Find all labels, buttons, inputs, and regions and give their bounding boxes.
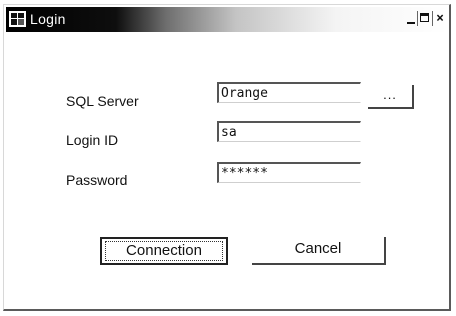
focus-rect	[105, 241, 223, 261]
cancel-button-label: Cancel	[294, 240, 342, 257]
connection-button[interactable]: Connection	[100, 237, 228, 265]
login-id-input[interactable]	[217, 121, 361, 142]
login-id-label: Login ID	[66, 132, 119, 148]
app-icon-cell	[18, 19, 24, 25]
sql-server-label: SQL Server	[66, 93, 139, 109]
app-icon-cell	[11, 13, 17, 18]
password-label: Password	[66, 172, 128, 188]
app-icon-cell	[11, 19, 17, 25]
login-window: Login × SQL Server ... Login ID Password…	[3, 4, 451, 311]
password-input[interactable]	[217, 162, 361, 183]
cancel-button[interactable]: Cancel	[252, 237, 386, 265]
close-button[interactable]: ×	[433, 11, 447, 26]
app-window-icon[interactable]	[9, 11, 26, 27]
minimize-icon	[407, 22, 415, 24]
browse-button-label: ...	[383, 87, 397, 102]
maximize-icon	[420, 13, 429, 22]
close-icon: ×	[436, 11, 444, 26]
sql-server-input[interactable]	[217, 82, 361, 103]
browse-server-button[interactable]: ...	[368, 85, 414, 109]
app-icon-cell	[18, 13, 24, 18]
maximize-button[interactable]	[418, 11, 432, 26]
minimize-button[interactable]	[404, 11, 418, 26]
title-bar[interactable]: Login ×	[6, 7, 448, 32]
window-title: Login	[30, 11, 66, 27]
